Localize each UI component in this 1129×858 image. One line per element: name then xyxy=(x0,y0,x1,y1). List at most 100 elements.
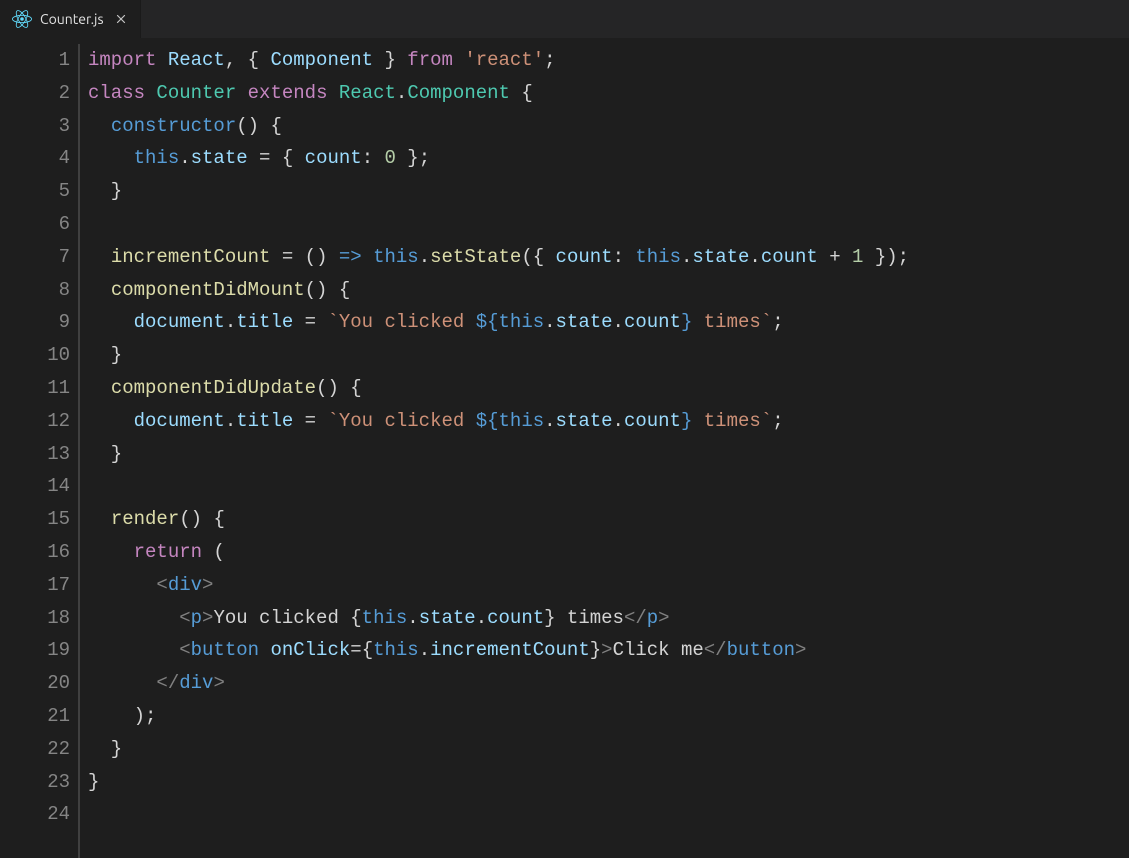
token xyxy=(88,410,134,432)
token xyxy=(88,147,134,169)
token: `You clicked xyxy=(327,410,475,432)
line-number: 13 xyxy=(0,438,70,471)
code-editor[interactable]: 123456789101112131415161718192021222324 … xyxy=(0,38,1129,858)
token: } xyxy=(681,410,692,432)
token: p xyxy=(647,607,658,629)
token: > xyxy=(601,639,612,661)
token: ({ xyxy=(521,246,555,268)
token: div xyxy=(168,574,202,596)
token: { xyxy=(270,147,304,169)
token: 1 xyxy=(852,246,863,268)
token: this xyxy=(373,246,419,268)
line-number: 20 xyxy=(0,667,70,700)
token: } xyxy=(590,639,601,661)
code-line[interactable] xyxy=(88,470,909,503)
tab-bar: Counter.js xyxy=(0,0,1129,38)
token: . xyxy=(544,410,555,432)
code-line[interactable]: <button onClick={this.incrementCount}>Cl… xyxy=(88,634,909,667)
code-line[interactable]: } xyxy=(88,339,909,372)
token: > xyxy=(202,574,213,596)
code-line[interactable]: constructor() { xyxy=(88,110,909,143)
token: . xyxy=(681,246,692,268)
token: button xyxy=(727,639,795,661)
token: () { xyxy=(305,279,351,301)
code-line[interactable]: incrementCount = () => this.setState({ c… xyxy=(88,241,909,274)
token: ( xyxy=(202,541,225,563)
line-number: 15 xyxy=(0,503,70,536)
line-number: 22 xyxy=(0,733,70,766)
token: count xyxy=(761,246,818,268)
token xyxy=(259,639,270,661)
code-line[interactable]: } xyxy=(88,766,909,799)
token xyxy=(316,410,327,432)
code-line[interactable]: return ( xyxy=(88,536,909,569)
token: = xyxy=(305,410,316,432)
editor-tab-active[interactable]: Counter.js xyxy=(0,0,141,38)
token xyxy=(88,377,111,399)
line-number: 11 xyxy=(0,372,70,405)
line-number: 7 xyxy=(0,241,70,274)
code-line[interactable]: componentDidUpdate() { xyxy=(88,372,909,405)
token: } xyxy=(373,49,407,71)
token: count xyxy=(624,410,681,432)
token xyxy=(453,49,464,71)
token: . xyxy=(476,607,487,629)
token: class xyxy=(88,82,145,104)
code-line[interactable]: document.title = `You clicked ${this.sta… xyxy=(88,405,909,438)
code-line[interactable] xyxy=(88,208,909,241)
token: onClick xyxy=(270,639,350,661)
token: document xyxy=(134,410,225,432)
code-line[interactable]: ); xyxy=(88,700,909,733)
code-line[interactable] xyxy=(88,798,909,831)
line-number: 19 xyxy=(0,634,70,667)
token: Counter xyxy=(156,82,236,104)
code-line[interactable]: } xyxy=(88,438,909,471)
token: . xyxy=(407,607,418,629)
token: document xyxy=(134,311,225,333)
token: incrementCount xyxy=(430,639,590,661)
code-line[interactable]: this.state = { count: 0 }; xyxy=(88,142,909,175)
token: incrementCount xyxy=(111,246,271,268)
token: count xyxy=(305,147,362,169)
token: times xyxy=(556,607,624,629)
line-number: 21 xyxy=(0,700,70,733)
token: ${ xyxy=(476,311,499,333)
token: . xyxy=(613,410,624,432)
close-icon[interactable] xyxy=(112,10,130,28)
token: state xyxy=(692,246,749,268)
token: . xyxy=(225,410,236,432)
line-number: 14 xyxy=(0,470,70,503)
token: } xyxy=(88,443,122,465)
code-line[interactable]: render() { xyxy=(88,503,909,536)
token: button xyxy=(191,639,259,661)
token: Component xyxy=(407,82,510,104)
line-number: 5 xyxy=(0,175,70,208)
token: } xyxy=(88,344,122,366)
code-line[interactable]: <div> xyxy=(88,569,909,602)
code-line[interactable]: <p>You clicked {this.state.count} times<… xyxy=(88,602,909,635)
code-line[interactable]: componentDidMount() { xyxy=(88,274,909,307)
token: this xyxy=(499,311,545,333)
token: componentDidMount xyxy=(111,279,305,301)
token: return xyxy=(134,541,202,563)
token: = xyxy=(305,311,316,333)
token xyxy=(88,672,156,694)
code-line[interactable]: </div> xyxy=(88,667,909,700)
code-line[interactable]: import React, { Component } from 'react'… xyxy=(88,44,909,77)
token xyxy=(236,82,247,104)
code-line[interactable]: class Counter extends React.Component { xyxy=(88,77,909,110)
code-line[interactable]: document.title = `You clicked ${this.sta… xyxy=(88,306,909,339)
tab-filename: Counter.js xyxy=(40,11,104,27)
token: . xyxy=(613,311,624,333)
token: } xyxy=(88,738,122,760)
token xyxy=(88,541,134,563)
token: extends xyxy=(248,82,328,104)
line-number: 16 xyxy=(0,536,70,569)
token xyxy=(88,574,156,596)
code-line[interactable]: } xyxy=(88,175,909,208)
code-area[interactable]: import React, { Component } from 'react'… xyxy=(70,44,909,858)
token: this xyxy=(362,607,408,629)
token: ${ xyxy=(476,410,499,432)
token: div xyxy=(179,672,213,694)
code-line[interactable]: } xyxy=(88,733,909,766)
